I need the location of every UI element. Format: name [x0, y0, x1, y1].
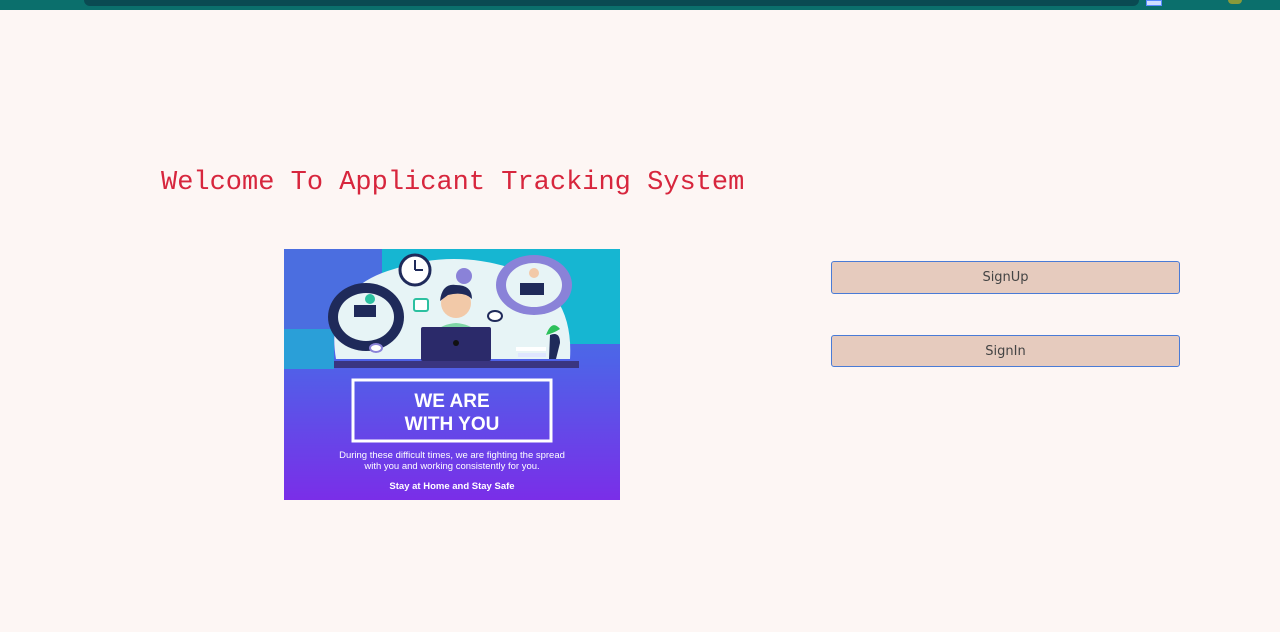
address-bar-edge: [84, 0, 1139, 6]
stay-safe-poster-image: WE ARE WITH YOU During these difficult t…: [284, 249, 620, 500]
signup-button[interactable]: SignUp: [831, 261, 1180, 294]
poster-headline-line2: WITH YOU: [405, 414, 500, 435]
extension-icon[interactable]: [1146, 0, 1162, 6]
poster-body-line2: with you and working consistently for yo…: [363, 461, 539, 472]
browser-top-bar: [0, 0, 1280, 10]
page-title: Welcome To Applicant Tracking System: [161, 168, 745, 198]
profile-avatar[interactable]: [1228, 0, 1242, 4]
poster-tagline: Stay at Home and Stay Safe: [389, 481, 514, 492]
signin-button[interactable]: SignIn: [831, 335, 1180, 367]
poster-body-line1: During these difficult times, we are fig…: [339, 450, 565, 461]
poster-headline-line1: WE ARE: [414, 391, 489, 412]
